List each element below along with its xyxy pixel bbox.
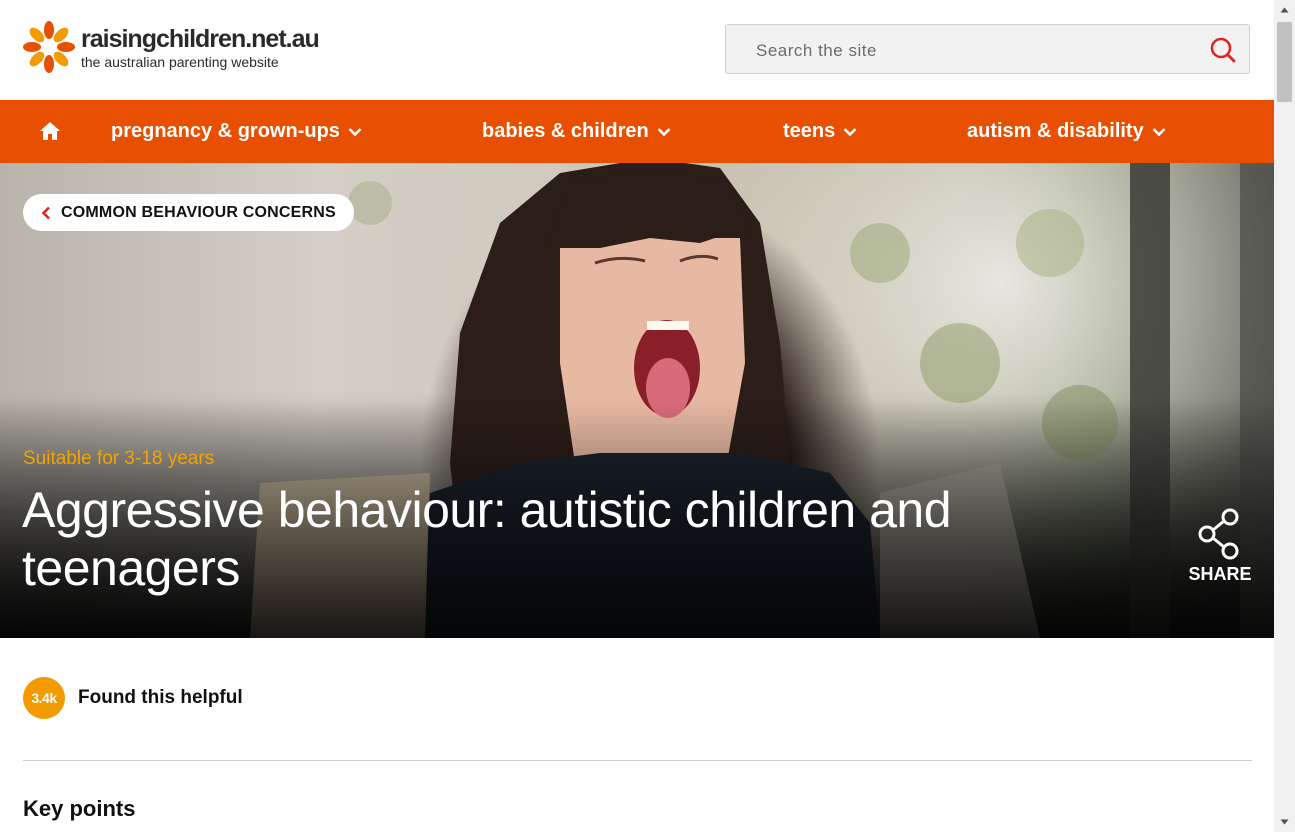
search-input[interactable] [754, 35, 1198, 67]
share-icon [1198, 508, 1239, 560]
found-helpful-button[interactable]: 3.4k Found this helpful [23, 677, 243, 719]
main-nav: pregnancy & grown-ups babies & children … [0, 100, 1274, 163]
nav-item-autism[interactable]: autism & disability [967, 100, 1166, 163]
chevron-down-icon [1152, 127, 1166, 136]
nav-item-teens[interactable]: teens [783, 100, 857, 163]
search-box [725, 24, 1250, 74]
site-logo[interactable]: raisingchildren.net.au the australian pa… [22, 20, 320, 74]
triangle-down-icon [1280, 819, 1289, 825]
page-title: Aggressive behaviour: autistic children … [22, 482, 952, 596]
hero-banner: COMMON BEHAVIOUR CONCERNS Suitable for 3… [0, 163, 1274, 638]
vertical-scrollbar[interactable] [1274, 0, 1295, 832]
chevron-down-icon [843, 127, 857, 136]
nav-item-label: teens [783, 120, 836, 142]
site-header: raisingchildren.net.au the australian pa… [0, 0, 1274, 100]
nav-item-pregnancy[interactable]: pregnancy & grown-ups [111, 100, 362, 163]
scroll-down-arrow[interactable] [1274, 812, 1295, 832]
nav-home-button[interactable] [36, 119, 64, 143]
key-points-heading: Key points [23, 796, 136, 821]
age-suitability: Suitable for 3-18 years [23, 448, 215, 469]
scroll-up-arrow[interactable] [1274, 0, 1295, 20]
nav-item-label: babies & children [482, 120, 649, 142]
nav-item-babies[interactable]: babies & children [482, 100, 671, 163]
home-icon [40, 122, 60, 140]
triangle-up-icon [1280, 7, 1289, 13]
chevron-left-icon [41, 206, 50, 219]
share-button[interactable]: SHARE [1186, 508, 1254, 585]
scroll-thumb[interactable] [1277, 22, 1292, 102]
page: raisingchildren.net.au the australian pa… [0, 0, 1274, 832]
nav-item-label: pregnancy & grown-ups [111, 120, 340, 142]
section-divider [23, 760, 1252, 761]
logo-name: raisingchildren.net.au [81, 24, 320, 53]
logo-text: raisingchildren.net.au the australian pa… [81, 24, 320, 70]
search-button[interactable] [1207, 34, 1239, 66]
sunburst-logo-icon [23, 21, 75, 73]
breadcrumb-back-button[interactable]: COMMON BEHAVIOUR CONCERNS [23, 194, 354, 231]
share-label: SHARE [1188, 564, 1252, 584]
helpful-count-badge: 3.4k [23, 677, 65, 719]
search-icon [1210, 37, 1236, 63]
logo-tagline: the australian parenting website [81, 53, 279, 70]
breadcrumb-back-label: COMMON BEHAVIOUR CONCERNS [61, 203, 336, 221]
nav-item-label: autism & disability [967, 120, 1144, 142]
chevron-down-icon [348, 127, 362, 136]
chevron-down-icon [657, 127, 671, 136]
helpful-label: Found this helpful [78, 687, 243, 708]
